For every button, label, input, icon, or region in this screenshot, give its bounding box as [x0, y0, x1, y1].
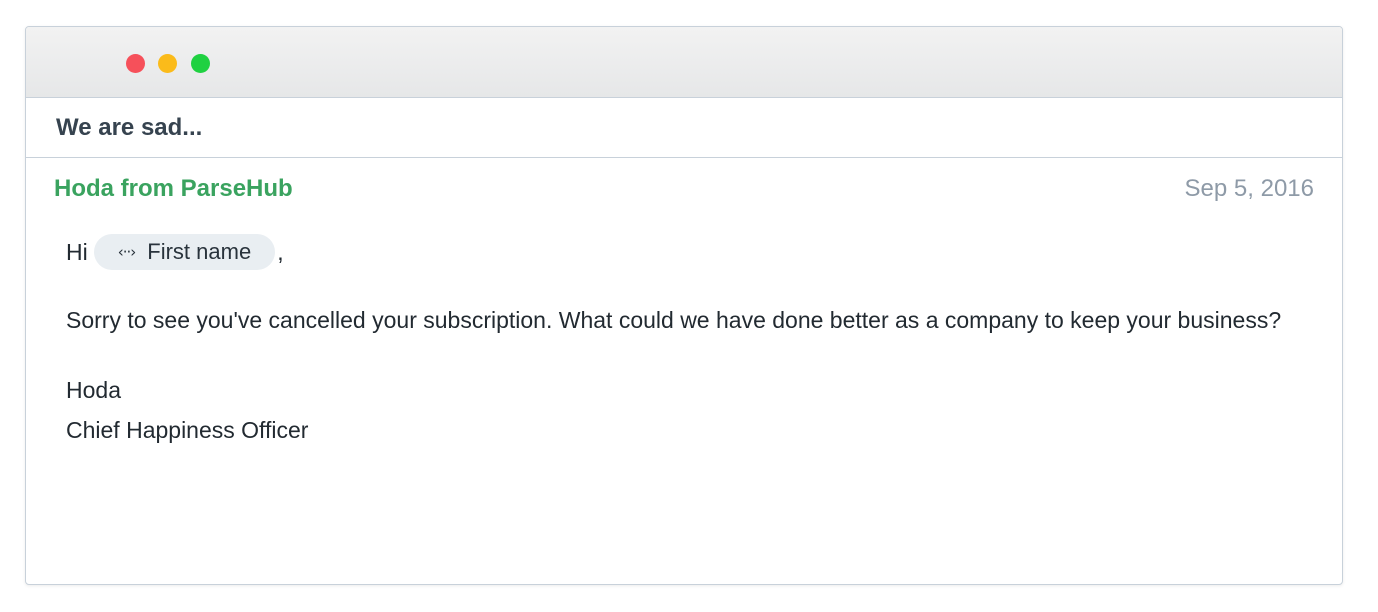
- email-meta: Hoda from ParseHub Sep 5, 2016: [26, 158, 1342, 220]
- maximize-window-button[interactable]: [191, 54, 210, 73]
- greeting-prefix: Hi: [66, 239, 88, 265]
- email-subject: We are sad...: [56, 113, 203, 141]
- merge-tag-label: First name: [147, 239, 252, 264]
- minimize-window-button[interactable]: [158, 54, 177, 73]
- first-name-merge-tag[interactable]: ‹··› First name: [93, 234, 276, 270]
- signature-name: Hoda: [66, 377, 121, 403]
- window-titlebar: [26, 27, 1342, 98]
- subject-bar: We are sad...: [26, 98, 1342, 158]
- email-date: Sep 5, 2016: [1184, 175, 1314, 202]
- close-window-button[interactable]: [126, 54, 145, 73]
- email-window: We are sad... Hoda from ParseHub Sep 5, …: [25, 26, 1343, 585]
- greeting-line: Hi ‹··› First name ,: [66, 232, 1302, 272]
- greeting-suffix: ,: [277, 239, 284, 265]
- signature-title: Chief Happiness Officer: [66, 417, 309, 443]
- email-sender: Hoda from ParseHub: [54, 175, 293, 202]
- email-body: Hi ‹··› First name , Sorry to see you've…: [26, 220, 1342, 450]
- code-arrows-icon: ‹··›: [117, 243, 137, 261]
- body-paragraph: Sorry to see you've cancelled your subsc…: [66, 307, 1282, 333]
